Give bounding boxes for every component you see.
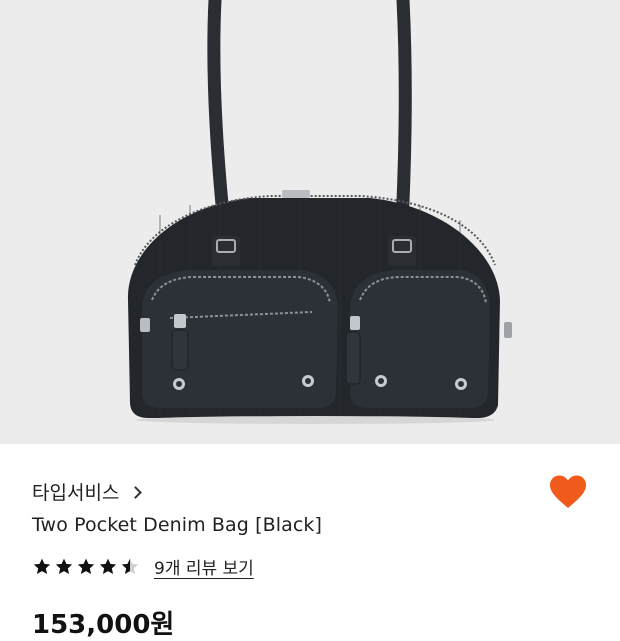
product-title: Two Pocket Denim Bag [Black] [32, 514, 323, 536]
star-icon [77, 558, 95, 574]
star-half-icon [121, 558, 139, 574]
product-image [127, 0, 512, 424]
brand-link[interactable]: 타입서비스 [32, 478, 143, 505]
rating-row: 9개 리뷰 보기 [32, 554, 254, 579]
product-image-area [0, 0, 620, 444]
heart-icon[interactable] [548, 474, 588, 510]
brand-name: 타입서비스 [32, 482, 120, 504]
star-icon [33, 558, 51, 574]
review-link[interactable]: 9개 리뷰 보기 [154, 554, 254, 579]
product-price: 153,000원 [32, 610, 175, 640]
star-icon [55, 558, 73, 574]
rating-stars [32, 557, 140, 577]
star-icon [99, 558, 117, 574]
product-info: 타입서비스 Two Pocket Denim Bag [Black] 9개 리뷰… [0, 444, 620, 640]
chevron-right-icon [129, 485, 143, 499]
